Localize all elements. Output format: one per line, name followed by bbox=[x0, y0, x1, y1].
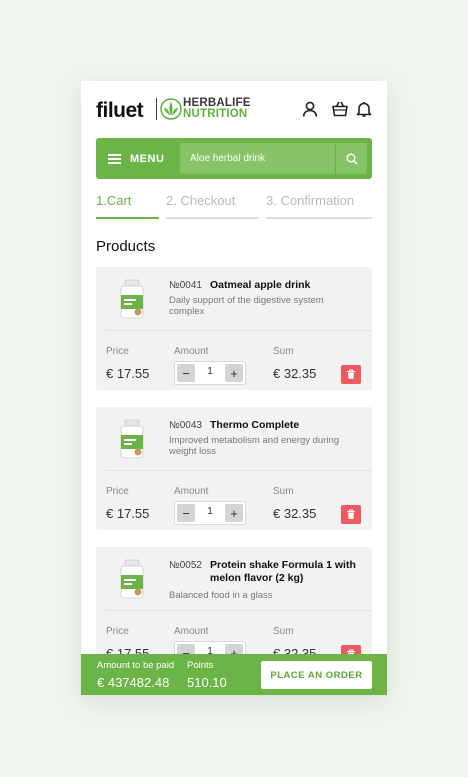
product-jar-image bbox=[120, 279, 144, 319]
step-confirmation[interactable]: 3. Confirmation bbox=[266, 193, 372, 219]
amount-header: Amount bbox=[174, 486, 209, 497]
sum-value: € 32.35 bbox=[273, 506, 317, 521]
points-label: Points bbox=[187, 660, 214, 671]
increase-button[interactable]: + bbox=[225, 504, 243, 522]
product-jar-image bbox=[120, 419, 144, 459]
product-description: Improved metabolism and energy during we… bbox=[169, 435, 340, 457]
product-name[interactable]: Protein shake Formula 1 with melon flavo… bbox=[210, 559, 360, 585]
search-icon bbox=[346, 153, 358, 165]
app-screen: filuet HERBALIFE NUTRITION MENU Aloe her… bbox=[81, 81, 387, 695]
card-divider bbox=[106, 470, 372, 471]
quantity-stepper: − 1 + bbox=[174, 361, 246, 385]
delete-button[interactable] bbox=[341, 505, 361, 524]
product-description: Daily support of the digestive system co… bbox=[169, 295, 324, 317]
step-cart[interactable]: 1.Cart bbox=[96, 193, 159, 219]
trash-icon bbox=[347, 509, 355, 519]
menu-button[interactable]: MENU bbox=[96, 138, 178, 179]
product-name[interactable]: Oatmeal apple drink bbox=[210, 279, 360, 292]
price-header: Price bbox=[106, 626, 129, 637]
step-underline bbox=[96, 217, 159, 219]
sum-value: € 32.35 bbox=[273, 366, 317, 381]
decrease-button[interactable]: − bbox=[177, 504, 195, 522]
filuet-logo[interactable]: filuet bbox=[96, 99, 144, 123]
amount-header: Amount bbox=[174, 346, 209, 357]
hamburger-icon bbox=[108, 153, 121, 164]
sum-header: Sum bbox=[273, 486, 294, 497]
logo-divider bbox=[156, 98, 157, 120]
user-icon[interactable] bbox=[301, 100, 319, 118]
quantity-value[interactable]: 1 bbox=[199, 366, 221, 377]
trash-icon bbox=[347, 369, 355, 379]
amount-header: Amount bbox=[174, 626, 209, 637]
increase-button[interactable]: + bbox=[225, 364, 243, 382]
price-header: Price bbox=[106, 346, 129, 357]
sum-header: Sum bbox=[273, 346, 294, 357]
product-sku: №0052 bbox=[169, 560, 202, 571]
product-card: №0043 Thermo Complete Improved metabolis… bbox=[96, 407, 372, 530]
bell-icon[interactable] bbox=[355, 100, 373, 118]
search-box bbox=[180, 143, 367, 174]
step-underline bbox=[266, 217, 372, 219]
step-underline bbox=[166, 217, 259, 219]
menu-bar: MENU bbox=[96, 138, 372, 179]
checkout-steps: 1.Cart 2. Checkout 3. Confirmation bbox=[96, 193, 372, 219]
price-header: Price bbox=[106, 486, 129, 497]
search-input[interactable] bbox=[180, 143, 335, 174]
product-sku: №0041 bbox=[169, 280, 202, 291]
product-name[interactable]: Thermo Complete bbox=[210, 419, 360, 432]
product-card: №0041 Oatmeal apple drink Daily support … bbox=[96, 267, 372, 390]
card-divider bbox=[106, 330, 372, 331]
herbalife-leaf-icon bbox=[160, 98, 182, 120]
sum-header: Sum bbox=[273, 626, 294, 637]
quantity-stepper: − 1 + bbox=[174, 501, 246, 525]
place-order-button[interactable]: PLACE AN ORDER bbox=[261, 661, 372, 689]
herbalife-logo[interactable]: HERBALIFE NUTRITION bbox=[183, 97, 251, 120]
product-description: Balanced food in a glass bbox=[169, 590, 273, 601]
search-button[interactable] bbox=[335, 143, 367, 174]
order-summary-bar: Amount to be paid € 437482.48 Points 510… bbox=[81, 654, 387, 695]
amount-to-pay-label: Amount to be paid bbox=[97, 660, 175, 671]
price-value: € 17.55 bbox=[106, 366, 150, 381]
product-jar-image bbox=[120, 559, 144, 599]
basket-icon[interactable] bbox=[331, 100, 349, 118]
header: filuet HERBALIFE NUTRITION bbox=[81, 81, 387, 137]
decrease-button[interactable]: − bbox=[177, 364, 195, 382]
menu-label: MENU bbox=[130, 152, 165, 165]
delete-button[interactable] bbox=[341, 365, 361, 384]
step-checkout[interactable]: 2. Checkout bbox=[166, 193, 259, 219]
product-card: №0052 Protein shake Formula 1 with melon… bbox=[96, 547, 372, 670]
amount-to-pay-value: € 437482.48 bbox=[97, 675, 170, 690]
product-sku: №0043 bbox=[169, 420, 202, 431]
points-value: 510.10 bbox=[187, 675, 227, 690]
quantity-value[interactable]: 1 bbox=[199, 506, 221, 517]
card-divider bbox=[106, 610, 372, 611]
price-value: € 17.55 bbox=[106, 506, 150, 521]
products-heading: Products bbox=[96, 238, 156, 255]
